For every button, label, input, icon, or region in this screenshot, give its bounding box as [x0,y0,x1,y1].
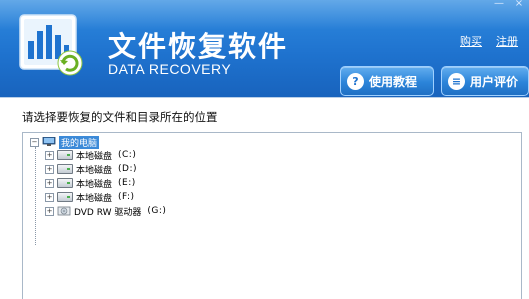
tree-node-drive-e[interactable]: + 本地磁盘 (E:) [45,177,136,190]
instruction-text: 请选择要恢复的文件和目录所在的位置 [22,110,218,124]
minimize-button[interactable]: — [489,0,509,10]
app-logo-icon [19,14,83,76]
expand-toggle[interactable]: + [45,206,54,216]
dvd-drive-icon [57,206,71,216]
chat-icon: ≡ [448,72,465,90]
main-panel: 请选择要恢复的文件和目录所在的位置 − 我的电脑 + 本地磁盘 (C:) + 本… [0,97,529,299]
tree-node-my-computer[interactable]: − 我的电脑 [30,135,100,149]
hard-disk-icon [57,178,73,188]
tree-node-drive-f[interactable]: + 本地磁盘 (F:) [45,191,135,204]
close-button[interactable]: × [509,0,529,10]
app-subtitle: DATA RECOVERY [108,61,232,77]
expand-toggle[interactable]: + [45,150,54,160]
collapse-toggle[interactable]: − [30,137,39,147]
drive-letter: (E:) [118,178,136,188]
tree-node-drive-g[interactable]: + DVD RW 驱动器 (G:) [45,205,167,218]
hard-disk-icon [57,192,73,202]
question-icon: ? [347,72,364,90]
buy-link[interactable]: 购买 [460,33,482,49]
expand-toggle[interactable]: + [45,164,54,174]
drive-label: 本地磁盘 [76,193,113,204]
tree-node-label: 我的电脑 [59,135,100,149]
drive-label: 本地磁盘 [76,165,113,176]
drive-label: DVD RW 驱动器 [74,207,142,218]
register-link[interactable]: 注册 [496,33,518,49]
app-title: 文件恢复软件 [108,30,289,63]
tutorial-button-label: 使用教程 [369,74,418,89]
user-review-button[interactable]: ≡ 用户评价 [441,66,529,96]
drive-letter: (F:) [118,192,135,202]
location-tree[interactable]: − 我的电脑 + 本地磁盘 (C:) + 本地磁盘 (D:) + 本地磁盘 (E… [22,132,522,299]
tree-node-drive-d[interactable]: + 本地磁盘 (D:) [45,163,138,176]
expand-toggle[interactable]: + [45,192,54,202]
hard-disk-icon [57,150,73,160]
computer-icon [42,137,56,146]
drive-letter: (D:) [118,164,138,174]
drive-letter: (C:) [118,150,137,160]
tree-node-drive-c[interactable]: + 本地磁盘 (C:) [45,149,137,162]
drive-label: 本地磁盘 [76,151,113,162]
window-controls: — × [489,0,529,10]
tutorial-button[interactable]: ? 使用教程 [340,66,434,96]
drive-letter: (G:) [147,206,167,216]
tree-connector-line [35,147,36,245]
hard-disk-icon [57,164,73,174]
user-review-button-label: 用户评价 [470,74,519,89]
expand-toggle[interactable]: + [45,178,54,188]
app-header: — × 文件恢复软件 DATA RECOVERY 购买 注册 ? 使用教程 ≡ … [0,0,529,97]
drive-label: 本地磁盘 [76,179,113,190]
